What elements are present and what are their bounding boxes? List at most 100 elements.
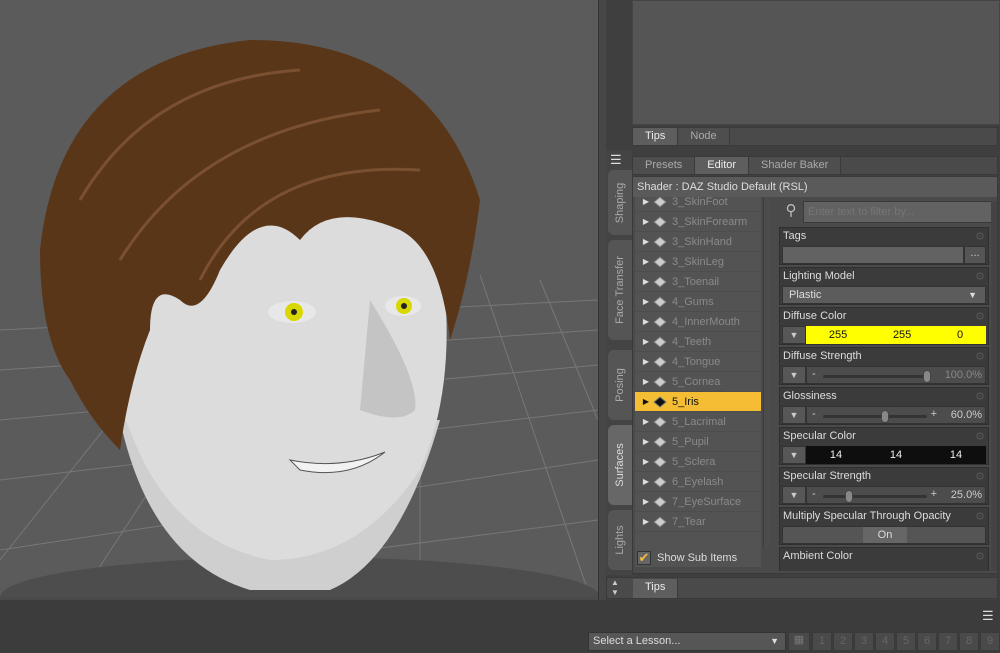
expand-arrow-icon[interactable]: ▶: [635, 517, 649, 526]
lesson-step-button[interactable]: 3: [854, 632, 874, 651]
tab-surfaces[interactable]: Surfaces: [608, 425, 632, 505]
slider-handle[interactable]: [923, 370, 931, 383]
gear-icon[interactable]: ⚙: [975, 510, 985, 523]
props-scrollbar[interactable]: [991, 201, 997, 571]
filter-bar: ⚲: [779, 201, 995, 223]
lesson-step-button[interactable]: 9: [980, 632, 1000, 651]
surface-list-item[interactable]: ▶ 4_InnerMouth: [635, 312, 761, 332]
expand-arrow-icon[interactable]: ▶: [635, 477, 649, 486]
expand-arrow-icon[interactable]: ▶: [635, 417, 649, 426]
slider-handle[interactable]: [845, 490, 853, 503]
surface-list-item[interactable]: ▶ 3_SkinLeg: [635, 252, 761, 272]
tab-node[interactable]: Node: [678, 128, 730, 145]
gear-icon[interactable]: ⚙: [975, 270, 985, 283]
diffuse-strength-slider[interactable]: -100.0%: [806, 366, 986, 384]
gear-icon[interactable]: ⚙: [975, 390, 985, 403]
expand-arrow-icon[interactable]: ▶: [635, 357, 649, 366]
slider-value: 25.0%: [950, 489, 982, 501]
panel-menu-icon[interactable]: ☰: [610, 152, 622, 168]
show-sub-items-checkbox[interactable]: ✔ Show Sub Items: [637, 549, 737, 567]
surface-list-item[interactable]: ▶ 5_Sclera: [635, 452, 761, 472]
gear-icon[interactable]: ⚙: [975, 470, 985, 483]
tab-editor[interactable]: Editor: [695, 157, 750, 174]
glossiness-slider[interactable]: - +60.0%: [806, 406, 986, 424]
expand-arrow-icon[interactable]: ▶: [635, 277, 649, 286]
tab-lights[interactable]: Lights: [608, 510, 632, 570]
surface-list-item[interactable]: ▶ 4_Gums: [635, 292, 761, 312]
expand-arrows-icon[interactable]: ▲ ▼: [611, 578, 619, 598]
expand-arrow-icon[interactable]: ▶: [635, 497, 649, 506]
lesson-step-button[interactable]: 6: [917, 632, 937, 651]
lesson-step-button[interactable]: 2: [833, 632, 853, 651]
surface-list-item[interactable]: ▶ 6_Eyelash: [635, 472, 761, 492]
list-scrollbar[interactable]: [763, 197, 771, 547]
filter-input[interactable]: [803, 201, 995, 223]
surface-icon: [653, 355, 667, 368]
tab-posing[interactable]: Posing: [608, 350, 632, 420]
clapboard-icon[interactable]: ▦: [788, 632, 810, 651]
3d-viewport[interactable]: [0, 0, 598, 597]
dropdown-icon[interactable]: ▼: [782, 446, 806, 464]
lesson-step-button[interactable]: 4: [875, 632, 895, 651]
dropdown-icon[interactable]: ▼: [782, 406, 806, 424]
surface-name: 3_SkinFoot: [672, 195, 728, 208]
gear-icon[interactable]: ⚙: [975, 430, 985, 443]
surface-list-item[interactable]: ▶ 3_SkinForearm: [635, 212, 761, 232]
surface-list-item[interactable]: ▶ 4_Teeth: [635, 332, 761, 352]
surface-list-item[interactable]: ▶ 3_SkinFoot: [635, 192, 761, 212]
diffuse-color-swatch[interactable]: 255 255 0: [806, 326, 986, 344]
surface-list-item[interactable]: ▶ 3_Toenail: [635, 272, 761, 292]
lesson-step-button[interactable]: 7: [938, 632, 958, 651]
search-icon[interactable]: ⚲: [779, 201, 803, 223]
expand-arrow-icon[interactable]: ▶: [635, 377, 649, 386]
toggle-value: On: [863, 527, 907, 543]
expand-arrow-icon[interactable]: ▶: [635, 397, 649, 406]
dropdown-icon[interactable]: ▼: [782, 486, 806, 504]
tags-field[interactable]: [782, 246, 964, 264]
expand-arrow-icon[interactable]: ▶: [635, 217, 649, 226]
tab-tips[interactable]: Tips: [633, 128, 679, 145]
dropdown-icon[interactable]: ▼: [782, 326, 806, 344]
surface-list-item[interactable]: ▶ 5_Pupil: [635, 432, 761, 452]
expand-arrow-icon[interactable]: ▶: [635, 317, 649, 326]
gear-icon[interactable]: ⚙: [975, 550, 985, 563]
surface-list-item[interactable]: ▶ 7_Tear: [635, 512, 761, 532]
expand-arrow-icon[interactable]: ▶: [635, 297, 649, 306]
tab-tips-bottom[interactable]: Tips: [633, 579, 679, 598]
surface-list-item[interactable]: ▶ 4_Tongue: [635, 352, 761, 372]
tab-shader-baker[interactable]: Shader Baker: [749, 157, 842, 174]
expand-arrow-icon[interactable]: ▶: [635, 237, 649, 246]
slider-handle[interactable]: [881, 410, 890, 423]
gear-icon[interactable]: ⚙: [975, 310, 985, 323]
lesson-step-button[interactable]: 8: [959, 632, 979, 651]
lesson-step-button[interactable]: 1: [812, 632, 832, 651]
tab-label: Lights: [614, 525, 626, 555]
surface-list-item[interactable]: ▶ 7_EyeSurface: [635, 492, 761, 512]
tab-shaping[interactable]: Shaping: [608, 170, 632, 235]
expand-arrow-icon[interactable]: ▶: [635, 457, 649, 466]
lesson-select[interactable]: Select a Lesson... ▼: [588, 632, 786, 651]
surface-list-item[interactable]: ▶ 3_SkinHand: [635, 232, 761, 252]
expand-arrow-icon[interactable]: ▶: [635, 337, 649, 346]
prop-glossiness: Glossiness ⚙ ▼ - +60.0%: [779, 387, 989, 425]
specular-color-swatch[interactable]: 14 14 14: [806, 446, 986, 464]
tags-more-button[interactable]: ...: [964, 246, 986, 264]
multiply-specular-toggle[interactable]: On: [782, 526, 986, 544]
gear-icon[interactable]: ⚙: [975, 350, 985, 363]
expand-arrow-icon[interactable]: ▶: [635, 197, 649, 206]
dropdown-icon[interactable]: ▼: [782, 366, 806, 384]
tab-face-transfer[interactable]: Face Transfer: [608, 240, 632, 340]
expand-arrow-icon[interactable]: ▶: [635, 437, 649, 446]
tab-presets[interactable]: Presets: [633, 157, 696, 174]
lesson-step-button[interactable]: 5: [896, 632, 916, 651]
expand-arrow-icon[interactable]: ▶: [635, 257, 649, 266]
gear-icon[interactable]: ⚙: [975, 230, 985, 243]
surface-list-item[interactable]: ▶ 5_Iris: [635, 392, 761, 412]
surface-name: 5_Sclera: [672, 455, 716, 468]
specular-strength-slider[interactable]: - +25.0%: [806, 486, 986, 504]
lighting-model-select[interactable]: Plastic ▼: [782, 286, 986, 304]
surface-list-item[interactable]: ▶ 5_Lacrimal: [635, 412, 761, 432]
surface-list-item[interactable]: ▶ 5_Cornea: [635, 372, 761, 392]
lesson-menu-icon[interactable]: ☰: [982, 608, 994, 624]
panel-splitter[interactable]: [598, 0, 606, 600]
